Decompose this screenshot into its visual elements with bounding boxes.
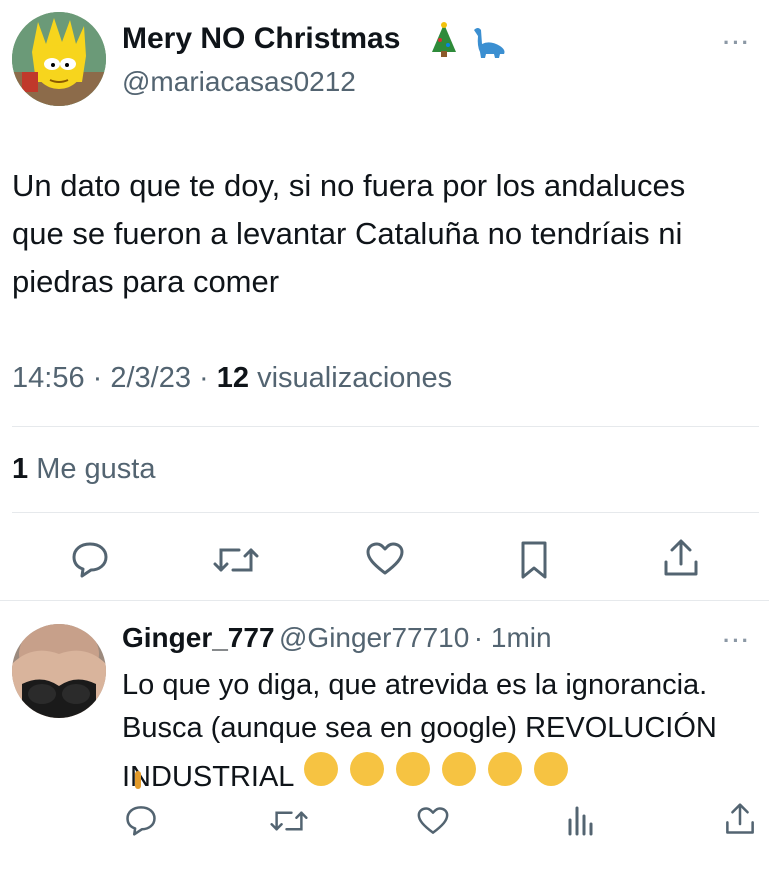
divider (12, 426, 759, 427)
reply-header: Ginger_777 @Ginger77710 · 1min (122, 622, 552, 653)
reply-views-icon[interactable] (566, 804, 596, 836)
tweet-text: Un dato que te doy, si no fuera por los … (12, 168, 686, 299)
reply-like-icon[interactable] (416, 806, 450, 836)
author-handle[interactable]: @mariacasas0212 (122, 66, 356, 98)
shushing-face-emoji (442, 752, 477, 786)
likes-count: 1 (12, 453, 29, 485)
reply-avatar[interactable] (12, 624, 106, 718)
reply-icon[interactable] (70, 540, 110, 578)
retweet-icon[interactable] (213, 542, 259, 578)
views-count: 12 (216, 362, 250, 394)
divider (12, 512, 759, 513)
christmas-tree-icon (428, 22, 460, 66)
shushing-face-emoji (350, 752, 385, 786)
tweet-time[interactable]: 14:56 (12, 362, 85, 394)
more-options-icon[interactable]: ··· (723, 30, 751, 56)
reply-text-line-3: INDUSTRIAL (122, 750, 762, 799)
share-icon[interactable] (662, 538, 700, 578)
reply-more-options-icon[interactable]: ··· (723, 628, 751, 654)
shushing-face-emoji (534, 752, 569, 786)
author-avatar[interactable] (12, 12, 106, 106)
avatar-image (12, 12, 106, 106)
reply-handle[interactable]: @Ginger77710 (279, 622, 469, 653)
tweet-date[interactable]: 2/3/23 (110, 362, 191, 394)
shushing-face-emoji (488, 752, 523, 786)
sauropod-icon (468, 24, 508, 68)
reply-display-name[interactable]: Ginger_777 (122, 622, 275, 653)
reply-avatar-image (12, 624, 106, 718)
reply-text-line: Lo que yo diga, que atrevida es la ignor… (122, 669, 708, 701)
bookmark-icon[interactable] (518, 540, 550, 580)
tweet-meta: 14:56 · 2/3/23 · 12 visualizaciones (12, 362, 453, 394)
reply-text: Lo que yo diga, que atrevida es la ignor… (122, 664, 762, 799)
author-name-text: Mery NO Christmas (122, 22, 401, 55)
reply-time[interactable]: 1min (491, 622, 552, 653)
reply-share-icon[interactable] (724, 802, 756, 836)
likes-summary[interactable]: 1 Me gusta (12, 453, 156, 486)
views-label: visualizaciones (257, 362, 453, 394)
reply-retweet-icon[interactable] (270, 806, 308, 836)
reply-text-line: Busca (aunque sea en google) REVOLUCIÓN (122, 712, 717, 744)
divider (0, 600, 769, 601)
shushing-face-emoji (396, 752, 431, 786)
like-icon[interactable] (365, 541, 405, 577)
shushing-face-emoji (304, 752, 339, 786)
reply-text-line: INDUSTRIAL (122, 761, 295, 793)
author-display-name[interactable]: Mery NO Christmas (122, 22, 505, 58)
likes-label: Me gusta (36, 453, 156, 485)
reply-reply-icon[interactable] (124, 804, 158, 836)
